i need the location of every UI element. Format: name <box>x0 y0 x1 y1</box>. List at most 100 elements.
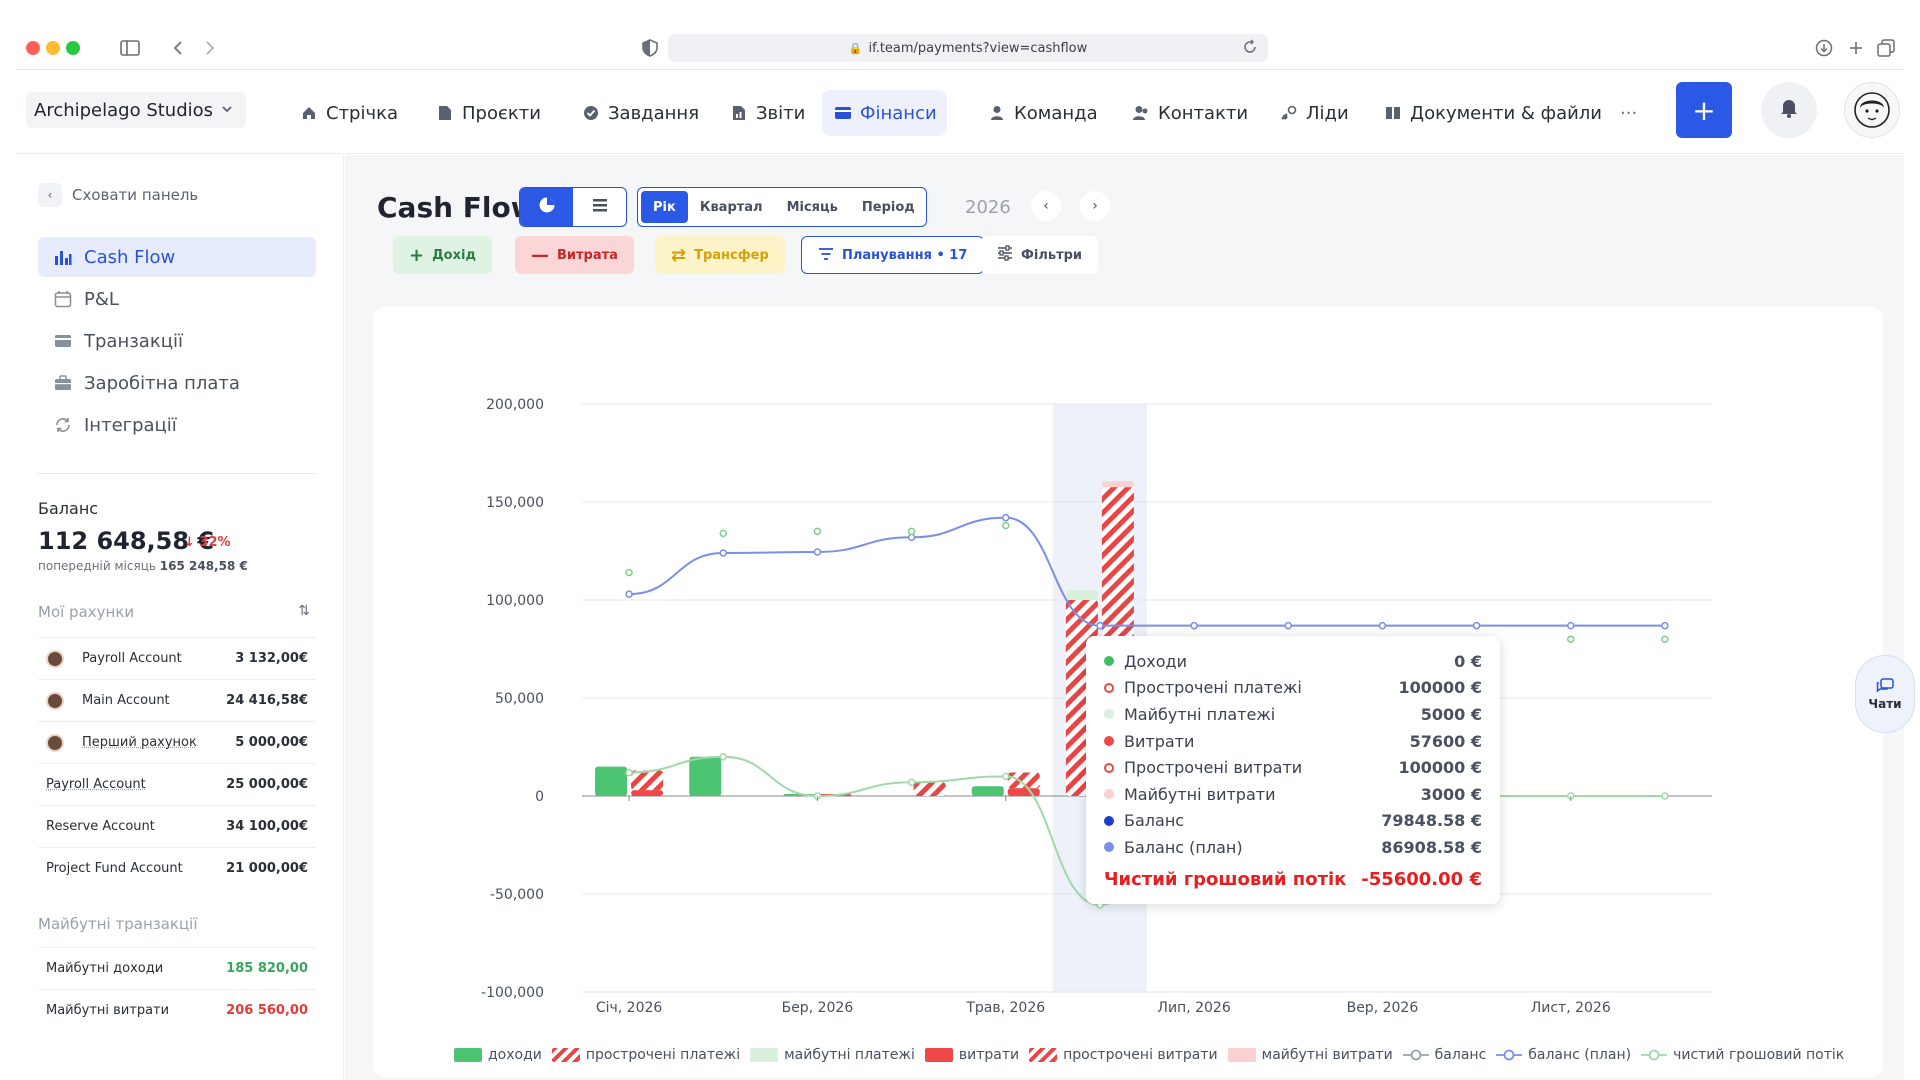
legend-item[interactable]: доходи <box>454 1047 542 1063</box>
period-year-tab[interactable]: Рік <box>641 191 688 223</box>
future-transaction-row[interactable]: Майбутні доходи 185 820,00 <box>38 947 316 989</box>
account-name: Project Fund Account <box>46 861 183 876</box>
period-range-tab[interactable]: Період <box>850 191 927 223</box>
sort-icon[interactable]: ⇅ <box>298 603 310 619</box>
tooltip-value: 79848.58 € <box>1381 811 1482 831</box>
period-quarter-tab[interactable]: Квартал <box>688 191 775 223</box>
user-avatar[interactable] <box>1844 82 1900 138</box>
document-icon <box>434 102 456 124</box>
legend-item[interactable]: майбутні витрати <box>1227 1047 1393 1063</box>
address-bar[interactable]: 🔒 if.team/payments?view=cashflow <box>668 34 1268 62</box>
account-row[interactable]: Payroll Account 3 132,00€ <box>38 637 316 679</box>
period-month-tab[interactable]: Місяць <box>775 191 850 223</box>
tooltip-value: 0 € <box>1454 651 1482 671</box>
home-icon <box>298 102 320 124</box>
close-window-button[interactable] <box>26 41 40 55</box>
legend-label: прострочені витрати <box>1063 1047 1218 1063</box>
tooltip-dot <box>1104 682 1114 693</box>
more-menu-button[interactable]: ··· <box>1610 90 1647 136</box>
sidebar-item-payroll[interactable]: Заробітна плата <box>38 363 316 403</box>
briefcase-icon <box>52 372 74 394</box>
zoom-window-button[interactable] <box>66 41 80 55</box>
previous-year-button[interactable]: ‹ <box>1031 191 1061 221</box>
check-circle-icon <box>580 102 602 124</box>
hide-panel-button[interactable]: ‹ Сховати панель <box>38 183 198 207</box>
sidebar-item-integrations[interactable]: Інтеграції <box>38 405 316 445</box>
back-icon[interactable] <box>164 34 192 62</box>
account-row[interactable]: Main Account 24 416,58€ <box>38 679 316 721</box>
legend-item[interactable]: баланс (план) <box>1496 1047 1631 1063</box>
sidebar-item-transactions[interactable]: Транзакції <box>38 321 316 361</box>
legend-item[interactable]: чистий грошовий потік <box>1641 1047 1844 1063</box>
sidebar-item-pl[interactable]: P&L <box>38 279 316 319</box>
sidebar-item-cash-flow[interactable]: Cash Flow <box>38 237 316 277</box>
filters-button[interactable]: Фільтри <box>981 236 1099 274</box>
account-row[interactable]: Project Fund Account 21 000,00€ <box>38 847 316 889</box>
future-transaction-amount: 185 820,00 <box>226 961 308 976</box>
sliders-icon <box>997 244 1013 266</box>
legend-item[interactable]: прострочені платежі <box>551 1047 740 1063</box>
account-row[interactable]: Reserve Account 34 100,00€ <box>38 805 316 847</box>
nav-item-team[interactable]: Команда <box>976 90 1108 136</box>
tooltip-dot <box>1104 656 1114 667</box>
account-amount: 34 100,00€ <box>226 819 308 834</box>
notifications-button[interactable] <box>1761 82 1817 138</box>
add-expense-button[interactable]: — Витрата <box>515 236 634 274</box>
legend-swatch <box>454 1048 482 1062</box>
tooltip-dot <box>1104 815 1114 826</box>
account-name: Перший рахунок <box>82 735 197 750</box>
sidebar-toggle-icon[interactable] <box>116 34 144 62</box>
legend-item[interactable]: майбутні платежі <box>750 1047 915 1063</box>
account-avatar <box>46 733 64 752</box>
legend-item[interactable]: витрати <box>924 1047 1019 1063</box>
privacy-shield-icon[interactable] <box>636 34 664 62</box>
lock-icon: 🔒 <box>848 41 863 55</box>
download-icon[interactable] <box>1810 34 1838 62</box>
nav-item-projects[interactable]: Проєкти <box>424 90 551 136</box>
legend-item[interactable]: баланс <box>1402 1047 1486 1063</box>
transfer-icon: ⇄ <box>671 244 687 266</box>
nav-item-feed[interactable]: Стрічка <box>288 90 408 136</box>
chats-button[interactable]: Чати <box>1855 655 1915 733</box>
next-year-button[interactable]: › <box>1080 191 1110 221</box>
nav-item-tasks[interactable]: Завдання <box>570 90 709 136</box>
tooltip-rows: Доходи 0 € Прострочені платежі 100000 € Майб… <box>1104 648 1482 861</box>
filter-lines-icon <box>818 245 834 266</box>
legend-swatch <box>924 1048 953 1062</box>
planning-button[interactable]: Планування • 17 <box>801 236 985 274</box>
list-view-button[interactable] <box>573 188 626 226</box>
accounts-header: Мої рахунки ⇅ <box>38 603 316 621</box>
tooltip-label: Баланс <box>1124 811 1185 831</box>
minimize-window-button[interactable] <box>46 41 60 55</box>
nav-item-contacts[interactable]: Контакти <box>1120 90 1258 136</box>
chart-view-button[interactable] <box>520 188 573 226</box>
chat-icon <box>1876 677 1894 697</box>
nav-item-finance[interactable]: Фінанси <box>822 90 947 136</box>
company-switcher[interactable]: Archipelago Studios <box>26 92 246 128</box>
account-row[interactable]: Payroll Account 25 000,00€ <box>38 763 316 805</box>
account-row[interactable]: Перший рахунок 5 000,00€ <box>38 721 316 763</box>
nav-item-leads[interactable]: Ліди <box>1268 90 1359 136</box>
add-income-button[interactable]: + Дохід <box>393 236 492 274</box>
add-button[interactable]: + <box>1676 82 1732 138</box>
tooltip-value: 100000 € <box>1398 758 1483 778</box>
legend-line-icon <box>1402 1048 1429 1062</box>
nav-item-label: Ліди <box>1306 102 1349 124</box>
forward-icon[interactable] <box>196 34 224 62</box>
reload-icon[interactable] <box>1242 39 1258 59</box>
tab-overview-icon[interactable] <box>1872 34 1900 62</box>
list-icon <box>591 197 609 217</box>
tooltip-row: Доходи 0 € <box>1104 648 1482 675</box>
new-tab-icon[interactable] <box>1842 34 1870 62</box>
add-transfer-button[interactable]: ⇄ Трансфер <box>655 236 785 274</box>
future-transaction-amount: 206 560,00 <box>226 1003 308 1018</box>
nav-item-documents[interactable]: Документи & файли <box>1372 90 1612 136</box>
legend-label: майбутні платежі <box>784 1047 915 1063</box>
tooltip-net-row: Чистий грошовий потік -55600.00 € <box>1104 863 1482 897</box>
legend-item[interactable]: прострочені витрати <box>1029 1047 1218 1063</box>
future-transaction-row[interactable]: Майбутні витрати 206 560,00 <box>38 989 316 1031</box>
nav-item-reports[interactable]: Звіти <box>718 90 815 136</box>
tooltip-row: Витрати 57600 € <box>1104 728 1482 755</box>
nav-item-label: Стрічка <box>326 102 399 124</box>
sync-icon <box>52 414 74 436</box>
